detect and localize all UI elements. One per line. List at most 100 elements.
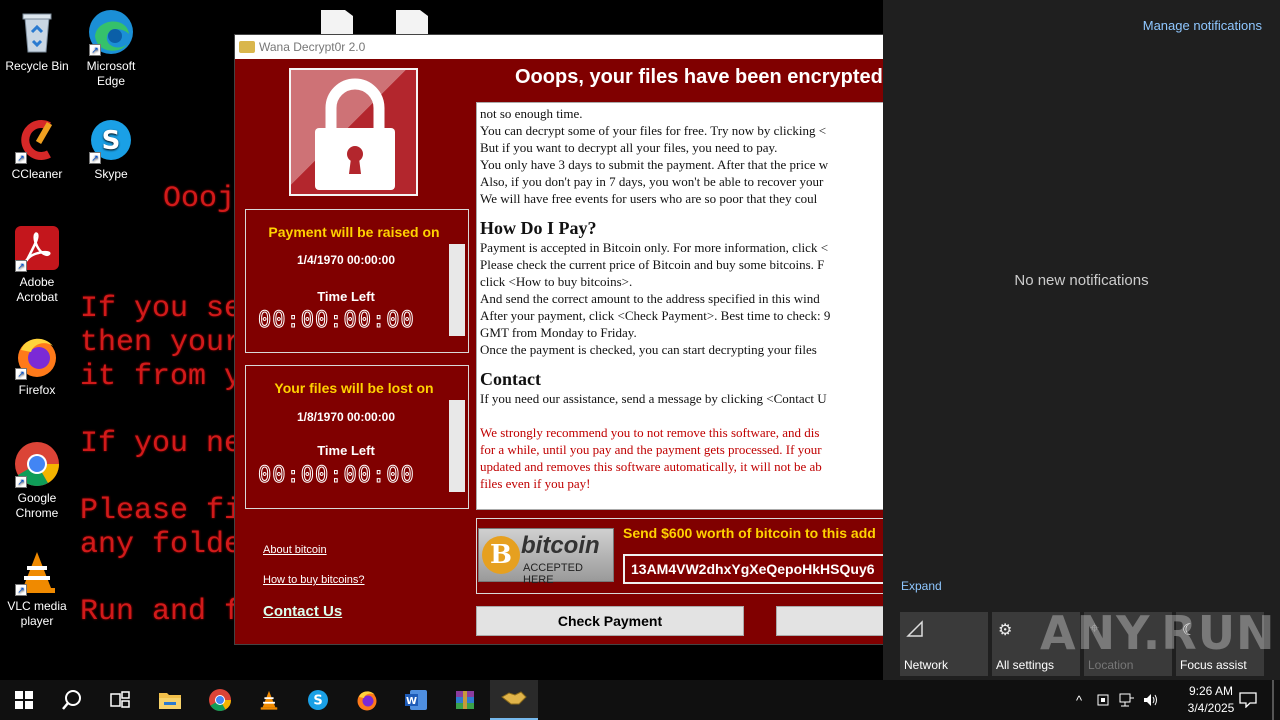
wana-decryptor-window[interactable]: Wana Decrypt0r 2.0 Ooops, your files hav… — [234, 34, 884, 645]
bitcoin-payment-box: B bitcoin ACCEPTED HERE Send $600 worth … — [476, 518, 883, 594]
ccleaner-icon: ↗ — [13, 116, 61, 164]
action-center-button[interactable] — [1234, 680, 1262, 720]
file-icon[interactable] — [321, 10, 353, 34]
taskbar: S W ^ 9:26 AM 3/4/2025 — [0, 680, 1280, 720]
desktop-icon-skype[interactable]: S ↗ Skype — [74, 116, 148, 182]
recycle-bin-icon — [13, 8, 61, 56]
files-lost-timer: Your files will be lost on 1/8/1970 00:0… — [245, 365, 469, 509]
raise-date: 1/4/1970 00:00:00 — [296, 253, 396, 267]
tray-overflow-button[interactable]: ^ — [1068, 680, 1090, 720]
tray-volume-icon[interactable] — [1140, 680, 1162, 720]
countdown-digits: 00:00:00:00 — [258, 308, 415, 334]
taskbar-file-explorer[interactable] — [146, 680, 194, 720]
desktop-icon-firefox[interactable]: ↗ Firefox — [0, 332, 74, 398]
desktop-icon-label: Recycle Bin — [5, 59, 69, 73]
anyrun-watermark: ANY.RUN — [1040, 606, 1276, 660]
decrypt-button[interactable] — [776, 606, 883, 636]
taskbar-chrome[interactable] — [196, 680, 244, 720]
tray-network-icon[interactable] — [1116, 680, 1138, 720]
desktop-icon-edge[interactable]: ↗ Microsoft Edge — [74, 8, 148, 89]
quick-action-label: All settings — [996, 658, 1055, 672]
manage-notifications-link[interactable]: Manage notifications — [1143, 18, 1262, 33]
countdown-digits: 00:00:00:00 — [258, 463, 415, 489]
chrome-icon: ↗ — [13, 440, 61, 488]
text-line: click <How to buy bitcoins>. — [480, 274, 633, 289]
about-bitcoin-link[interactable]: About bitcoin — [263, 544, 327, 556]
desktop-icon-label: Adobe Acrobat — [16, 275, 58, 304]
vlc-icon — [260, 690, 278, 710]
wallpaper-text: If you se — [80, 292, 243, 326]
taskbar-word[interactable]: W — [392, 680, 440, 720]
taskbar-skype[interactable]: S — [294, 680, 342, 720]
action-center: Manage notifications No new notification… — [883, 0, 1280, 680]
desktop-icon-acrobat[interactable]: ↗ Adobe Acrobat — [0, 224, 74, 305]
padlock-icon — [315, 78, 395, 190]
time-left-label: Time Left — [317, 289, 375, 304]
ransom-headline: Ooops, your files have been encrypted! — [515, 66, 884, 88]
text-line: GMT from Monday to Friday. — [480, 325, 637, 340]
expand-link[interactable]: Expand — [901, 579, 942, 593]
show-desktop-button[interactable] — [1272, 680, 1274, 720]
taskbar-wana-decryptor[interactable] — [490, 680, 538, 720]
desktop-icon-label: Firefox — [18, 383, 56, 397]
progress-bar — [449, 400, 465, 492]
text-line: updated and removes this software automa… — [480, 459, 822, 474]
quick-action-network[interactable]: Network — [900, 612, 988, 676]
notification-icon — [1239, 692, 1257, 708]
chevron-up-icon: ^ — [1075, 692, 1083, 708]
padlock-image — [289, 68, 418, 196]
progress-bar — [449, 244, 465, 336]
wallpaper-text: If you ne — [80, 427, 243, 461]
task-view-button[interactable] — [96, 680, 144, 720]
wallpaper-text: it from y — [80, 360, 243, 394]
window-title: Wana Decrypt0r 2.0 — [259, 40, 366, 54]
desktop-icon-ccleaner[interactable]: ↗ CCleaner — [0, 116, 74, 182]
file-icon[interactable] — [396, 10, 428, 34]
winrar-icon — [456, 691, 474, 709]
instructions-text-panel[interactable]: not so enough time. You can decrypt some… — [476, 102, 883, 510]
how-to-buy-link[interactable]: How to buy bitcoins? — [263, 574, 365, 586]
bitcoin-address-field[interactable]: 13AM4VW2dhxYgXeQepoHkHSQuy6 — [623, 554, 883, 584]
taskbar-firefox[interactable] — [343, 680, 391, 720]
desktop-icon-vlc[interactable]: ↗ VLC media player — [0, 548, 74, 629]
bitcoin-accepted-logo: B bitcoin ACCEPTED HERE — [478, 528, 614, 586]
tray-device-icon[interactable] — [1092, 680, 1114, 720]
text-line: Payment is accepted in Bitcoin only. For… — [480, 240, 829, 255]
skype-icon: S — [308, 690, 328, 710]
folder-icon — [159, 693, 181, 709]
wallpaper-text: then your — [80, 326, 243, 360]
quick-action-label: Location — [1088, 658, 1134, 672]
raise-heading: Payment will be raised on — [268, 224, 440, 240]
chrome-icon — [209, 689, 231, 711]
text-line: for a while, until you pay and the payme… — [480, 442, 822, 457]
window-titlebar[interactable]: Wana Decrypt0r 2.0 — [235, 35, 883, 59]
windows-icon — [15, 691, 33, 709]
desktop-icon-chrome[interactable]: ↗ Google Chrome — [0, 440, 74, 521]
edge-icon: ↗ — [87, 8, 135, 56]
svg-text:S: S — [102, 126, 121, 156]
paragraph: Payment is accepted in Bitcoin only. For… — [480, 239, 883, 358]
desktop-icon-recycle-bin[interactable]: Recycle Bin — [0, 8, 74, 74]
contact-us-link[interactable]: Contact Us — [263, 603, 342, 620]
wallpaper-text: Oooj — [163, 182, 236, 216]
start-button[interactable] — [0, 680, 48, 720]
bitcoin-icon: B — [482, 536, 520, 574]
text-line: files even if you pay! — [480, 476, 591, 491]
svg-text:W: W — [406, 696, 417, 707]
wallpaper-text: Run and f — [80, 595, 243, 629]
taskbar-vlc[interactable] — [245, 680, 293, 720]
taskbar-winrar[interactable] — [441, 680, 489, 720]
acrobat-icon: ↗ — [13, 224, 61, 272]
svg-text:S: S — [313, 694, 322, 709]
network-icon — [906, 620, 924, 643]
desktop-icon-label: Google Chrome — [15, 491, 59, 520]
desktop-icon-label: Skype — [94, 167, 128, 181]
gear-icon: ⚙ — [998, 622, 1013, 639]
handshake-icon — [501, 691, 527, 705]
check-payment-button[interactable]: Check Payment — [476, 606, 744, 636]
text-line: We strongly recommend you to not remove … — [480, 425, 820, 440]
logo-sub: ACCEPTED HERE — [523, 562, 583, 586]
quick-action-label: Focus assist — [1180, 658, 1247, 672]
vlc-icon: ↗ — [13, 548, 61, 596]
search-button[interactable] — [48, 680, 96, 720]
